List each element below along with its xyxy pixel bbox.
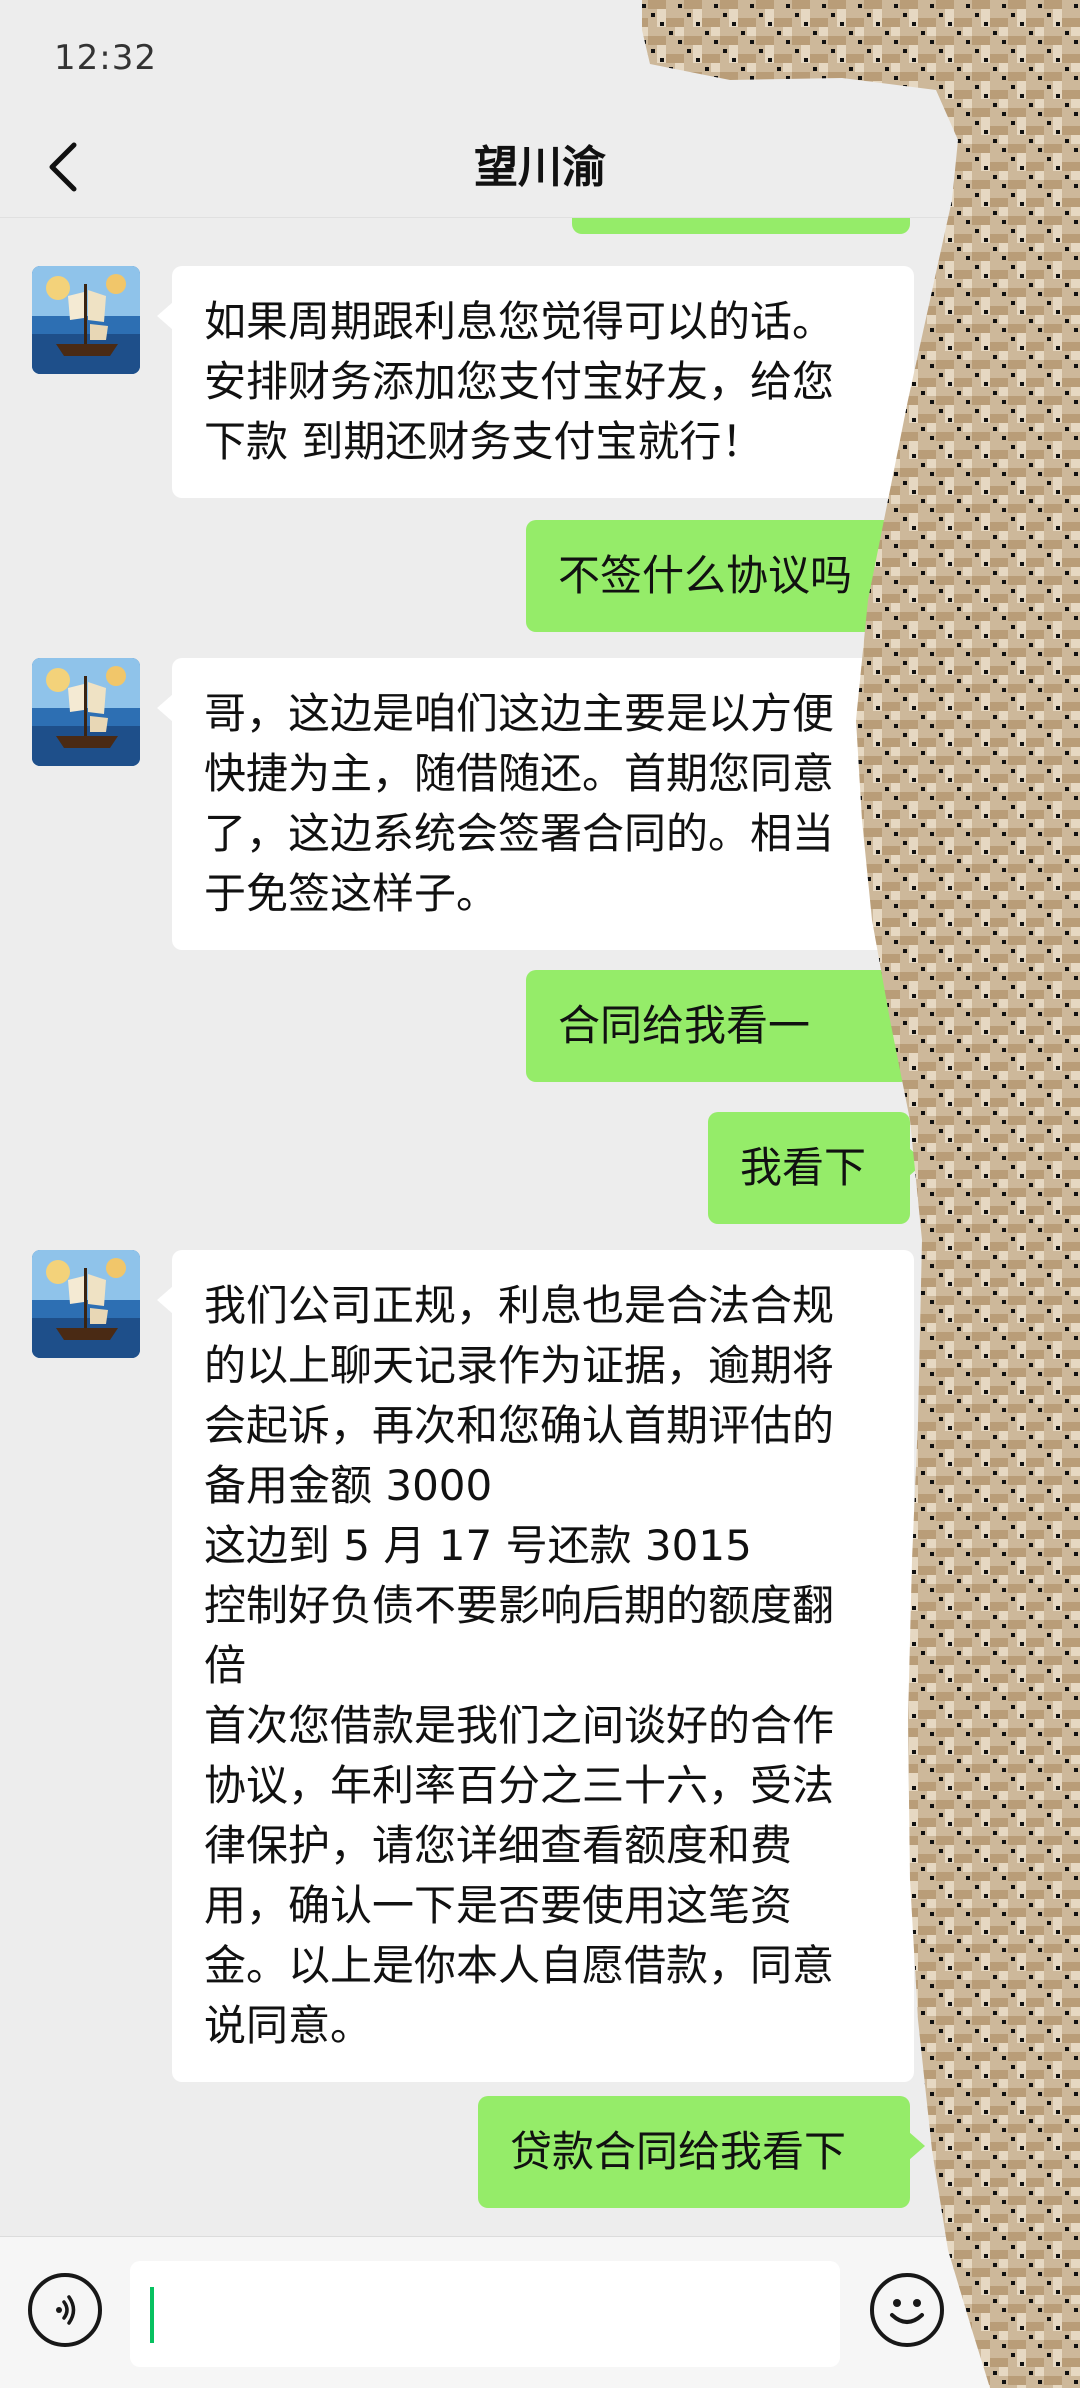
- message-text-line: 控制好负债不要影响后期的额度翻: [204, 1581, 835, 1630]
- message-text-line: 我们公司正规，利息也是合法合规: [204, 1281, 835, 1330]
- message-text-line: 于免签这样子。: [204, 869, 499, 918]
- message-bubble-incoming[interactable]: 哥，这边是咱们这边主要是以方便 快捷为主，随借随还。首期您同意 了，这边系统会签…: [157, 658, 914, 950]
- message-text-line: 金。以上是你本人自愿借款，同意: [204, 1941, 835, 1990]
- chat-title: 望川渝: [474, 142, 606, 193]
- message-text-line: 协议，年利率百分之三十六，受法: [204, 1761, 835, 1810]
- message-text-line: 倍: [204, 1641, 247, 1690]
- message-bubble-outgoing[interactable]: 合同给我看一: [526, 970, 925, 1082]
- message-bubble-outgoing[interactable]: 不签什么协议吗: [526, 520, 925, 632]
- emoji-button[interactable]: [870, 2273, 944, 2347]
- input-bar: [0, 2236, 1080, 2388]
- message-bubble-outgoing[interactable]: 我看下: [708, 1112, 925, 1224]
- contact-avatar[interactable]: [32, 658, 140, 766]
- status-time: 12:32: [54, 38, 157, 78]
- message-text-line: 哥，这边是咱们这边主要是以方便: [204, 689, 835, 738]
- message-text-line: 我看下: [740, 1143, 867, 1192]
- voice-button[interactable]: [28, 2273, 102, 2347]
- message-text-line: 首次您借款是我们之间谈好的合作: [204, 1701, 835, 1750]
- sailing-ship-avatar: [32, 658, 140, 766]
- plus-icon: [998, 2293, 1032, 2327]
- sailing-ship-avatar: [32, 266, 140, 374]
- message-text-line: 贷款合同给我看下: [510, 2127, 847, 2176]
- message-text-line: 合同给我看一: [558, 1001, 811, 1050]
- message-bubble-outgoing-partial: [572, 218, 910, 234]
- contact-avatar[interactable]: [32, 266, 140, 374]
- message-text-line: 安排财务添加您支付宝好友，给您: [204, 357, 835, 406]
- message-text-line: 会起诉，再次和您确认首期评估的: [204, 1401, 835, 1450]
- message-bubble-incoming[interactable]: 如果周期跟利息您觉得可以的话。 安排财务添加您支付宝好友，给您 下款 到期还财务…: [157, 266, 914, 498]
- message-input[interactable]: [130, 2261, 840, 2367]
- message-bubble-outgoing[interactable]: 贷款合同给我看下: [478, 2096, 925, 2208]
- message-list[interactable]: 如果周期跟利息您觉得可以的话。 安排财务添加您支付宝好友，给您 下款 到期还财务…: [0, 218, 1080, 2236]
- message-text-line: 备用金额 3000: [204, 1461, 493, 1510]
- message-text-line: 下款 到期还财务支付宝就行！: [204, 417, 764, 466]
- voice-icon: [56, 2295, 76, 2325]
- more-button[interactable]: [978, 2273, 1052, 2347]
- chat-header: 望川渝: [0, 118, 1080, 218]
- message-text-line: 快捷为主，随借随还。首期您同意: [204, 749, 835, 798]
- text-caret: [150, 2287, 154, 2343]
- message-text-line: 不签什么协议吗: [558, 551, 853, 600]
- sailing-ship-avatar: [32, 1250, 140, 1358]
- status-bar: 12:32: [0, 0, 1080, 118]
- contact-avatar[interactable]: [32, 1250, 140, 1358]
- message-text-line: 说同意。: [204, 2001, 373, 2050]
- message-text-line: 律保护，请您详细查看额度和费: [204, 1821, 793, 1870]
- message-text-line: 如果周期跟利息您觉得可以的话。: [204, 297, 835, 346]
- message-text-line: 这边到 5 月 17 号还款 3015: [204, 1521, 752, 1570]
- message-bubble-incoming[interactable]: 我们公司正规，利息也是合法合规 的以上聊天记录作为证据，逾期将 会起诉，再次和您…: [157, 1250, 914, 2082]
- message-text-line: 的以上聊天记录作为证据，逾期将: [204, 1341, 835, 1390]
- message-text-line: 了，这边系统会签署合同的。相当: [204, 809, 835, 858]
- emoji-icon: [890, 2299, 924, 2324]
- message-text-line: 用，确认一下是否要使用这笔资: [204, 1881, 793, 1930]
